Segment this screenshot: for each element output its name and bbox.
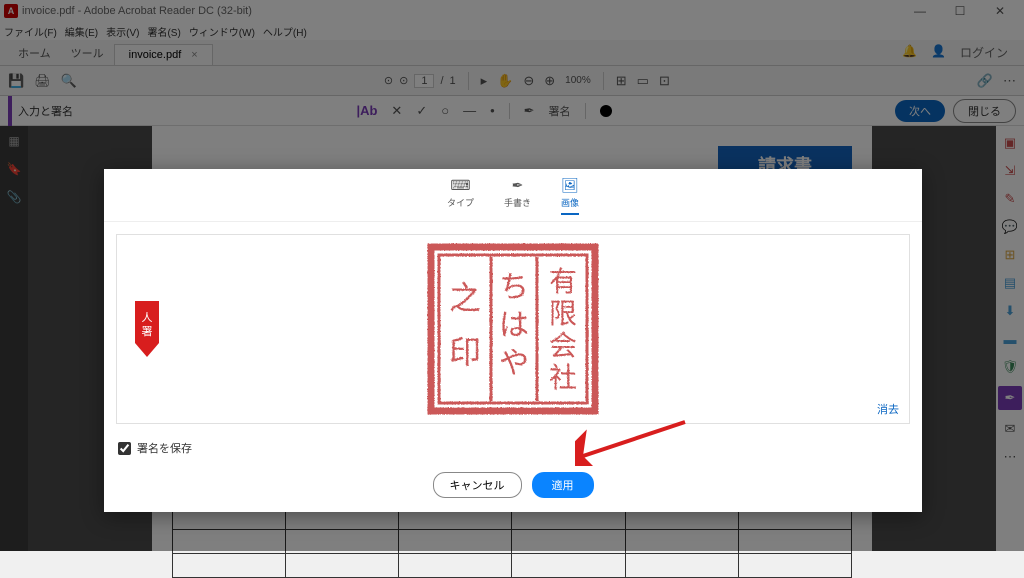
image-icon: 🖼: [561, 177, 579, 194]
svg-text:限: 限: [549, 298, 577, 329]
signature-stamp-image: 有 限 会 社 ち は や 之 印: [425, 243, 601, 415]
signature-tab-type[interactable]: ⌨ タイプ: [447, 177, 474, 215]
svg-text:は: は: [499, 309, 529, 342]
cancel-button[interactable]: キャンセル: [433, 472, 522, 498]
signature-tab-image-label: 画像: [561, 196, 579, 209]
clear-signature-link[interactable]: 消去: [877, 401, 899, 417]
signature-tab-draw[interactable]: ✒︎ 手書き: [504, 177, 531, 215]
save-signature-checkbox[interactable]: 署名を保存: [104, 436, 922, 466]
svg-text:印: 印: [449, 334, 481, 370]
signature-canvas[interactable]: 人 署 有 限 会 社: [116, 234, 910, 424]
signature-tab-draw-label: 手書き: [504, 196, 531, 209]
svg-text:や: や: [499, 347, 529, 380]
svg-text:之: 之: [449, 280, 481, 316]
apply-button[interactable]: 適用: [532, 472, 594, 498]
keyboard-icon: ⌨: [450, 177, 470, 194]
signature-tab-image[interactable]: 🖼 画像: [561, 177, 579, 215]
save-signature-label: 署名を保存: [137, 440, 192, 456]
svg-text:人: 人: [142, 311, 153, 324]
svg-text:有: 有: [549, 266, 577, 297]
signature-tab-type-label: タイプ: [447, 196, 474, 209]
save-signature-input[interactable]: [118, 442, 131, 455]
signature-marker-icon: 人 署: [135, 301, 159, 357]
pen-icon: ✒︎: [512, 177, 524, 194]
svg-text:署: 署: [142, 325, 153, 338]
signature-mode-tabs: ⌨ タイプ ✒︎ 手書き 🖼 画像: [104, 169, 922, 222]
svg-text:社: 社: [549, 362, 577, 393]
svg-text:ち: ち: [499, 271, 529, 304]
signature-dialog: ⌨ タイプ ✒︎ 手書き 🖼 画像 人 署: [104, 169, 922, 512]
svg-text:会: 会: [549, 330, 577, 361]
